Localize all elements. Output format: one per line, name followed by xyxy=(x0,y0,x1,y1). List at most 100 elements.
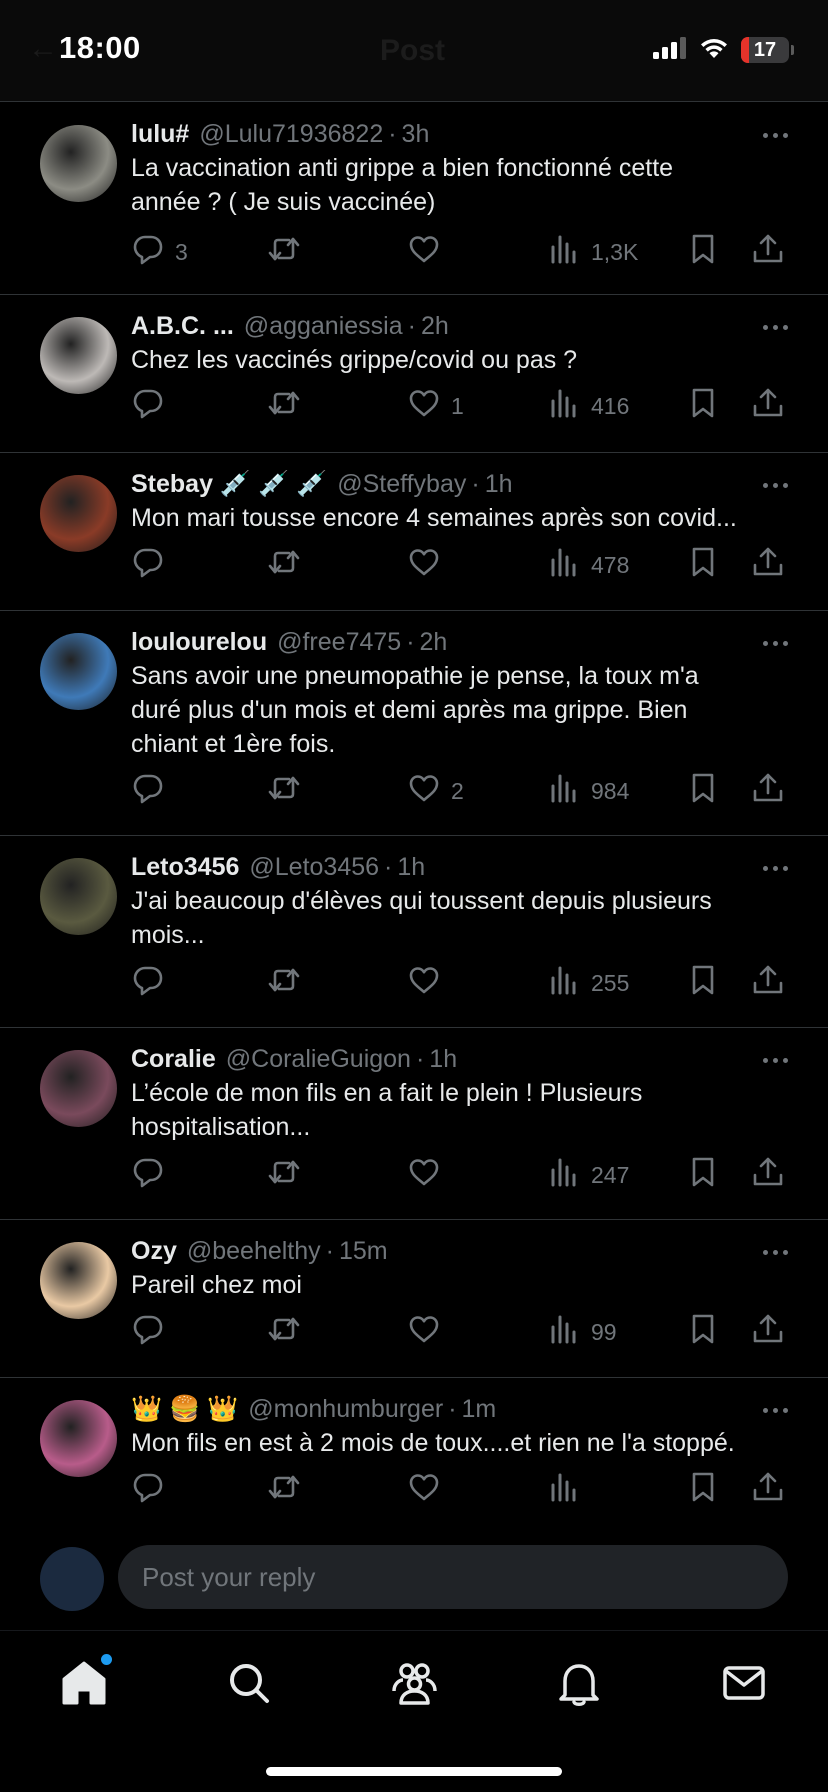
user-handle[interactable]: @CoralieGuigon xyxy=(226,1042,411,1076)
views-button[interactable]: 1,3K xyxy=(547,232,638,272)
share-button[interactable] xyxy=(751,1470,785,1510)
display-name[interactable]: loulourelou xyxy=(131,625,267,659)
share-button[interactable] xyxy=(751,963,785,1003)
avatar[interactable] xyxy=(40,1050,117,1127)
avatar[interactable] xyxy=(40,1242,117,1319)
reply-post[interactable]: loulourelou @free7475 · 2h Sans avoir un… xyxy=(0,611,828,836)
views-button[interactable]: 99 xyxy=(547,1312,617,1352)
tab-communities[interactable] xyxy=(388,1657,440,1709)
like-button[interactable] xyxy=(407,963,451,1003)
reply-button[interactable] xyxy=(131,963,175,1003)
like-button[interactable]: 2 xyxy=(407,771,464,811)
bookmark-button[interactable] xyxy=(686,232,720,272)
like-button[interactable] xyxy=(407,232,451,272)
views-button[interactable]: 255 xyxy=(547,963,629,1003)
share-button[interactable] xyxy=(751,771,785,811)
share-button[interactable] xyxy=(751,1312,785,1352)
like-button[interactable] xyxy=(407,1470,451,1510)
like-button[interactable] xyxy=(407,1155,451,1195)
tab-notifications[interactable] xyxy=(553,1657,605,1709)
reply-post[interactable]: A.B.C. ... @agganiessia · 2h Chez les va… xyxy=(0,295,828,453)
user-handle[interactable]: @Lulu71936822 xyxy=(199,117,383,151)
user-handle[interactable]: @beehelthy xyxy=(187,1234,321,1268)
views-button[interactable]: 478 xyxy=(547,545,629,585)
repost-button[interactable] xyxy=(267,1155,311,1195)
reply-post[interactable]: lulu# @Lulu71936822 · 3h La vaccination … xyxy=(0,103,828,295)
display-name[interactable]: Ozy xyxy=(131,1234,177,1268)
user-handle[interactable]: @agganiessia xyxy=(244,309,403,343)
share-button[interactable] xyxy=(751,1155,785,1195)
reply-post[interactable]: Stebay 💉 💉 💉 @Steffybay · 1h Mon mari to… xyxy=(0,453,828,611)
views-button[interactable]: 416 xyxy=(547,386,629,426)
share-button[interactable] xyxy=(751,545,785,585)
user-handle[interactable]: @Leto3456 xyxy=(249,850,379,884)
repost-button[interactable] xyxy=(267,963,311,1003)
bookmark-button[interactable] xyxy=(686,1312,720,1352)
bookmark-button[interactable] xyxy=(686,386,720,426)
home-indicator[interactable] xyxy=(266,1767,562,1776)
display-name[interactable]: 👑 🍔 👑 xyxy=(131,1392,238,1426)
reply-post[interactable]: Coralie @CoralieGuigon · 1h L’école de m… xyxy=(0,1028,828,1220)
display-name[interactable]: Leto3456 xyxy=(131,850,239,884)
repost-button[interactable] xyxy=(267,771,311,811)
reply-button[interactable] xyxy=(131,1470,175,1510)
more-options-icon[interactable] xyxy=(763,325,788,330)
avatar[interactable] xyxy=(40,633,117,710)
avatar[interactable] xyxy=(40,475,117,552)
bookmark-button[interactable] xyxy=(686,1470,720,1510)
reply-post[interactable]: 👑 🍔 👑 @monhumburger · 1m Mon fils en est… xyxy=(0,1378,828,1531)
user-handle[interactable]: @Steffybay xyxy=(337,467,466,501)
share-button[interactable] xyxy=(751,386,785,426)
share-button[interactable] xyxy=(751,232,785,272)
more-options-icon[interactable] xyxy=(763,866,788,871)
reply-button[interactable] xyxy=(131,545,175,585)
reply-button[interactable]: 3 xyxy=(131,232,188,272)
views-button[interactable] xyxy=(547,1470,591,1510)
display-name[interactable]: lulu# xyxy=(131,117,189,151)
post-body: lulu# @Lulu71936822 · 3h La vaccination … xyxy=(131,117,788,219)
bookmark-button[interactable] xyxy=(686,771,720,811)
user-handle[interactable]: @free7475 xyxy=(277,625,401,659)
my-avatar[interactable] xyxy=(40,1547,104,1611)
more-options-icon[interactable] xyxy=(763,483,788,488)
more-options-icon[interactable] xyxy=(763,1058,788,1063)
reply-button[interactable] xyxy=(131,771,175,811)
more-options-icon[interactable] xyxy=(763,133,788,138)
reply-input[interactable] xyxy=(118,1545,788,1609)
reply-post[interactable]: Ozy @beehelthy · 15m Pareil chez moi 99 xyxy=(0,1220,828,1378)
reply-post[interactable]: Leto3456 @Leto3456 · 1h J'ai beaucoup d'… xyxy=(0,836,828,1028)
post-text: J'ai beaucoup d'élèves qui toussent depu… xyxy=(131,887,712,949)
more-options-icon[interactable] xyxy=(763,641,788,646)
repost-button[interactable] xyxy=(267,545,311,585)
bookmark-button[interactable] xyxy=(686,963,720,1003)
display-name[interactable]: Stebay 💉 💉 💉 xyxy=(131,467,327,501)
user-handle[interactable]: @monhumburger xyxy=(248,1392,443,1426)
bookmark-button[interactable] xyxy=(686,545,720,585)
avatar[interactable] xyxy=(40,858,117,935)
tab-home[interactable] xyxy=(58,1654,112,1709)
avatar[interactable] xyxy=(40,125,117,202)
more-options-icon[interactable] xyxy=(763,1408,788,1413)
reply-button[interactable] xyxy=(131,1155,175,1195)
reply-button[interactable] xyxy=(131,1312,175,1352)
like-button[interactable]: 1 xyxy=(407,386,464,426)
like-button[interactable] xyxy=(407,1312,451,1352)
avatar[interactable] xyxy=(40,317,117,394)
bookmark-button[interactable] xyxy=(686,1155,720,1195)
views-button[interactable]: 984 xyxy=(547,771,629,811)
reply-button[interactable] xyxy=(131,386,175,426)
display-name[interactable]: A.B.C. ... xyxy=(131,309,234,343)
display-name[interactable]: Coralie xyxy=(131,1042,216,1076)
back-arrow-icon[interactable]: ← xyxy=(28,32,58,66)
like-button[interactable] xyxy=(407,545,451,585)
tab-messages[interactable] xyxy=(718,1657,770,1709)
tab-search[interactable] xyxy=(223,1657,275,1709)
repost-button[interactable] xyxy=(267,386,311,426)
repost-button[interactable] xyxy=(267,1470,311,1510)
avatar[interactable] xyxy=(40,1400,117,1477)
repost-button[interactable] xyxy=(267,232,311,272)
more-options-icon[interactable] xyxy=(763,1250,788,1255)
post-actions: 99 xyxy=(131,1312,788,1352)
repost-button[interactable] xyxy=(267,1312,311,1352)
views-button[interactable]: 247 xyxy=(547,1155,629,1195)
